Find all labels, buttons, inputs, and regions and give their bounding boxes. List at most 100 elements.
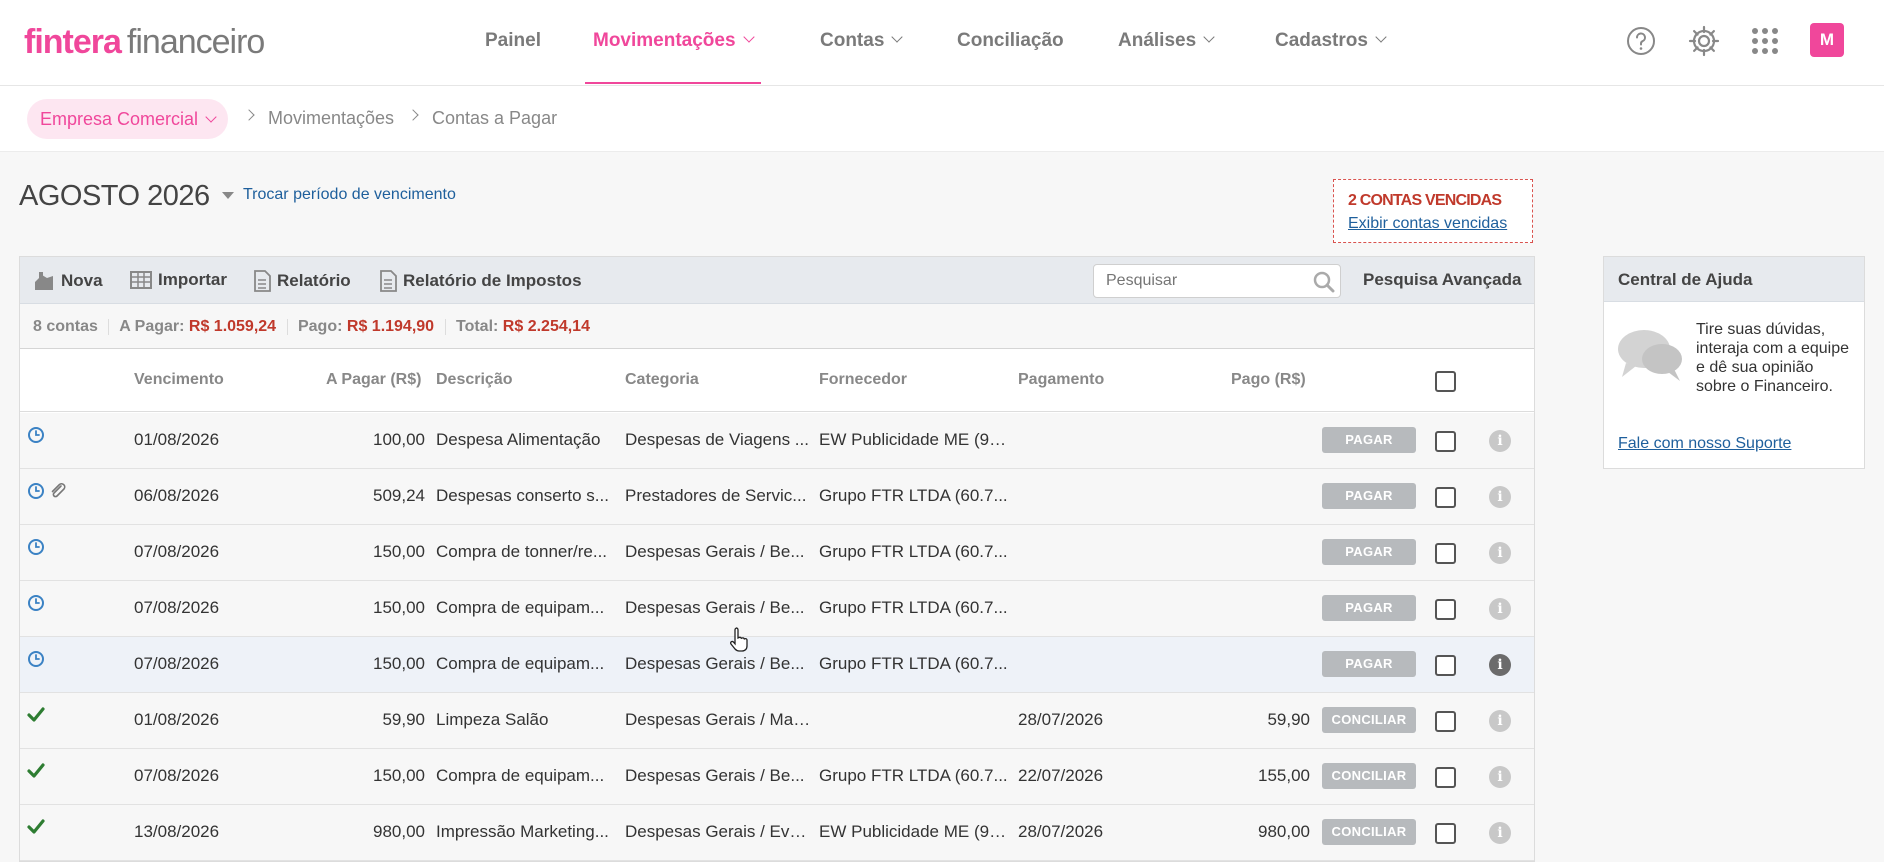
col-a-pagar[interactable]: A Pagar (R$) (326, 371, 421, 389)
total-value: R$ 2.254,14 (502, 318, 590, 335)
col-pago[interactable]: Pago (R$) (1231, 371, 1306, 389)
row-checkbox[interactable] (1435, 543, 1456, 564)
select-all-checkbox[interactable] (1435, 371, 1456, 392)
cell-descricao: Despesa Alimentação (436, 430, 601, 449)
info-icon[interactable]: i (1489, 486, 1511, 508)
divider (108, 318, 110, 335)
pay-button[interactable]: PAGAR (1322, 539, 1416, 565)
breadcrumb: Empresa Comercial Movimentações Contas a… (0, 86, 1884, 152)
page-title: AGOSTO 2026 (19, 180, 210, 212)
info-icon[interactable]: i (1489, 822, 1511, 844)
pay-button[interactable]: PAGAR (1322, 651, 1416, 677)
info-icon[interactable]: i (1489, 598, 1511, 620)
cell-pago: 155,00 (1258, 766, 1310, 785)
table-row[interactable]: 07/08/2026 150,00 Compra de tonner/re... De… (20, 525, 1534, 581)
cell-fornecedor: Grupo FTR LTDA (60.7... (819, 542, 1008, 561)
bills-panel: Nova Importar Relatório Relatório de Imp… (19, 256, 1535, 862)
caret-down-icon[interactable] (222, 192, 234, 199)
divider (444, 318, 446, 335)
col-fornecedor[interactable]: Fornecedor (819, 371, 907, 389)
nav-painel[interactable]: Painel (485, 0, 541, 84)
table-row[interactable]: 01/08/2026 59,90 Limpeza Salão Despesas Ger… (20, 693, 1534, 749)
import-button[interactable]: Importar (130, 270, 227, 290)
table-row[interactable]: 07/08/2026 150,00 Compra de equipam... Desp… (20, 749, 1534, 805)
logo-product: financeiro (126, 23, 265, 61)
support-link[interactable]: Fale com nosso Suporte (1618, 435, 1791, 453)
change-period-link[interactable]: Trocar período de vencimento (243, 186, 456, 204)
cell-fornecedor: Grupo FTR LTDA (60.7... (819, 598, 1008, 617)
bills-table-body: 01/08/2026 100,00 Despesa Alimentação Despe… (20, 413, 1534, 861)
pay-button[interactable]: PAGAR (1322, 595, 1416, 621)
report-button-label: Relatório (277, 271, 351, 290)
apps-grid-icon[interactable] (1748, 24, 1782, 58)
row-checkbox[interactable] (1435, 823, 1456, 844)
table-row[interactable]: 01/08/2026 100,00 Despesa Alimentação Despe… (20, 413, 1534, 469)
show-overdue-link[interactable]: Exibir contas vencidas (1348, 215, 1518, 233)
user-avatar[interactable]: M (1810, 23, 1844, 57)
reconcile-button[interactable]: CONCILIAR (1322, 819, 1416, 845)
row-checkbox[interactable] (1435, 487, 1456, 508)
info-icon[interactable]: i (1489, 654, 1511, 676)
tax-report-button[interactable]: Relatório de Impostos (379, 270, 582, 292)
col-vencimento[interactable]: Vencimento (134, 371, 224, 389)
report-button[interactable]: Relatório (253, 270, 351, 292)
clock-icon (27, 538, 45, 561)
table-row[interactable]: 07/08/2026 150,00 Compra de equipam... Desp… (20, 637, 1534, 693)
advanced-search-button[interactable]: Pesquisa Avançada (1363, 270, 1521, 290)
to-pay-label: A Pagar: (119, 318, 185, 335)
hand-cursor-icon (730, 627, 748, 652)
company-selector[interactable]: Empresa Comercial (27, 99, 229, 139)
chevron-right-icon (243, 109, 255, 121)
nav-movimentacoes-label: Movimentações (593, 30, 736, 51)
cell-categoria: Despesas Gerais / Be... (625, 598, 805, 617)
breadcrumb-contas-a-pagar: Contas a Pagar (432, 108, 558, 128)
cell-categoria: Despesas Gerais / Be... (625, 654, 805, 673)
table-row[interactable]: 07/08/2026 150,00 Compra de equipam... Desp… (20, 581, 1534, 637)
reconcile-button[interactable]: CONCILIAR (1322, 707, 1416, 733)
top-navbar: fintera financeiro Painel Movimentações C… (0, 0, 1884, 86)
table-row[interactable]: 06/08/2026 509,24 Despesas conserto s... Pr… (20, 469, 1534, 525)
nav-movimentacoes[interactable]: Movimentações (585, 0, 761, 84)
cell-fornecedor: EW Publicidade ME (98... (819, 430, 1009, 449)
pay-button[interactable]: PAGAR (1322, 483, 1416, 509)
cell-pagamento: 28/07/2026 (1018, 822, 1104, 841)
row-checkbox[interactable] (1435, 431, 1456, 452)
attachment-icon[interactable] (49, 482, 67, 505)
search-icon[interactable] (1313, 271, 1335, 293)
table-row[interactable]: 13/08/2026 980,00 Impressão Marketing... De… (20, 805, 1534, 861)
nav-analises-label: Análises (1118, 30, 1197, 51)
row-checkbox[interactable] (1435, 711, 1456, 732)
nav-conciliacao[interactable]: Conciliação (957, 0, 1064, 84)
info-icon[interactable]: i (1489, 766, 1511, 788)
cell-pago: 980,00 (1258, 822, 1310, 841)
cell-a-pagar: 150,00 (373, 766, 425, 785)
reconcile-button[interactable]: CONCILIAR (1322, 763, 1416, 789)
gear-icon[interactable] (1687, 24, 1721, 58)
breadcrumb-movimentacoes[interactable]: Movimentações (268, 108, 394, 129)
new-button[interactable]: Nova (33, 270, 103, 292)
col-pagamento[interactable]: Pagamento (1018, 371, 1104, 389)
search-input[interactable] (1093, 264, 1341, 298)
col-categoria[interactable]: Categoria (625, 371, 699, 389)
row-checkbox[interactable] (1435, 655, 1456, 676)
new-bill-icon (35, 272, 53, 290)
nav-contas[interactable]: Contas (820, 0, 904, 84)
clock-icon (27, 594, 45, 617)
col-descricao[interactable]: Descrição (436, 371, 513, 389)
row-checkbox[interactable] (1435, 599, 1456, 620)
table-header: Vencimento A Pagar (R$) Descrição Catego… (20, 350, 1534, 412)
chevron-down-icon (1203, 31, 1215, 43)
info-icon[interactable]: i (1489, 430, 1511, 452)
paid-label: Pago: (297, 318, 343, 335)
info-icon[interactable]: i (1489, 542, 1511, 564)
info-icon[interactable]: i (1489, 710, 1511, 732)
logo[interactable]: fintera financeiro (24, 22, 265, 62)
clock-icon (27, 426, 45, 449)
cell-a-pagar: 150,00 (373, 598, 425, 617)
nav-cadastros[interactable]: Cadastros (1275, 0, 1387, 84)
overdue-title: 2 CONTAS VENCIDAS (1348, 192, 1502, 209)
help-icon[interactable] (1624, 24, 1658, 58)
row-checkbox[interactable] (1435, 767, 1456, 788)
pay-button[interactable]: PAGAR (1322, 427, 1416, 453)
nav-analises[interactable]: Análises (1118, 0, 1215, 84)
